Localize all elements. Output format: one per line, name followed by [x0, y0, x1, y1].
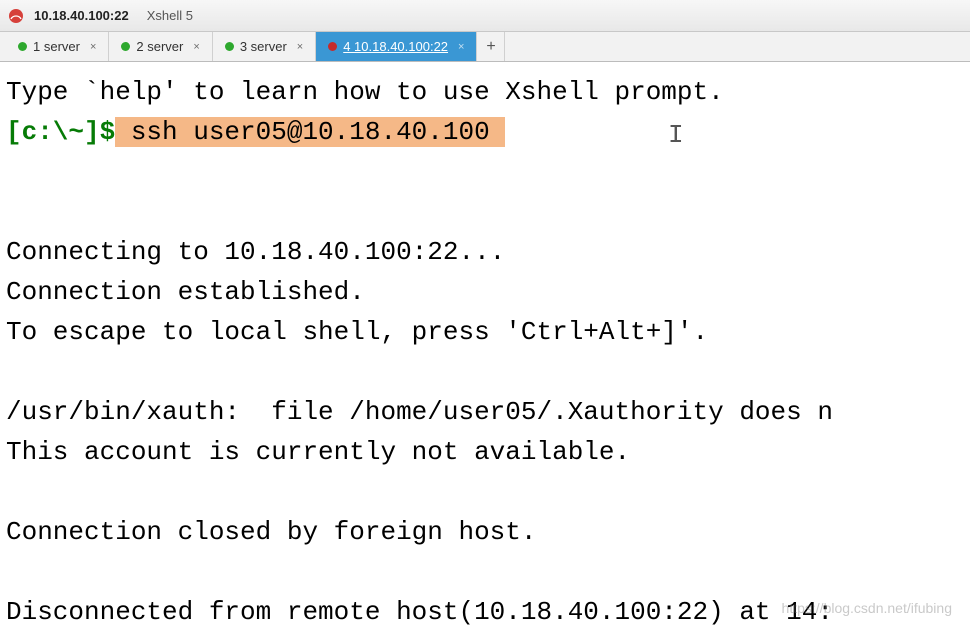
app-icon [8, 8, 24, 24]
titlebar: 10.18.40.100:22 Xshell 5 [0, 0, 970, 32]
status-dot-icon [328, 42, 337, 51]
text-cursor-icon: I [668, 115, 684, 155]
tab-3-server[interactable]: 3 server × [213, 32, 316, 61]
tab-4-active[interactable]: 4 10.18.40.100:22 × [316, 32, 477, 61]
tab-label: 2 server [136, 39, 183, 54]
status-dot-icon [18, 42, 27, 51]
terminal-area[interactable]: Type `help' to learn how to use Xshell p… [0, 62, 970, 634]
close-icon[interactable]: × [193, 41, 199, 53]
window-title: 10.18.40.100:22 [34, 8, 129, 23]
close-icon[interactable]: × [458, 41, 464, 53]
watermark-text: https://blog.csdn.net/ifubing [782, 588, 952, 628]
tab-2-server[interactable]: 2 server × [109, 32, 212, 61]
terminal-command-highlight: ssh user05@10.18.40.100 [115, 117, 505, 147]
tab-label: 1 server [33, 39, 80, 54]
tab-1-server[interactable]: 1 server × [6, 32, 109, 61]
terminal-output: Connecting to 10.18.40.100:22... Connect… [6, 237, 833, 627]
status-dot-icon [121, 42, 130, 51]
terminal-prompt: [c:\~]$ [6, 117, 115, 147]
tab-bar: 1 server × 2 server × 3 server × 4 10.18… [0, 32, 970, 62]
tab-label: 3 server [240, 39, 287, 54]
status-dot-icon [225, 42, 234, 51]
new-tab-button[interactable]: + [477, 32, 505, 61]
close-icon[interactable]: × [90, 41, 96, 53]
tab-label: 4 10.18.40.100:22 [343, 39, 448, 54]
app-name-label: Xshell 5 [147, 8, 193, 23]
close-icon[interactable]: × [297, 41, 303, 53]
terminal-line: Type `help' to learn how to use Xshell p… [6, 77, 724, 107]
